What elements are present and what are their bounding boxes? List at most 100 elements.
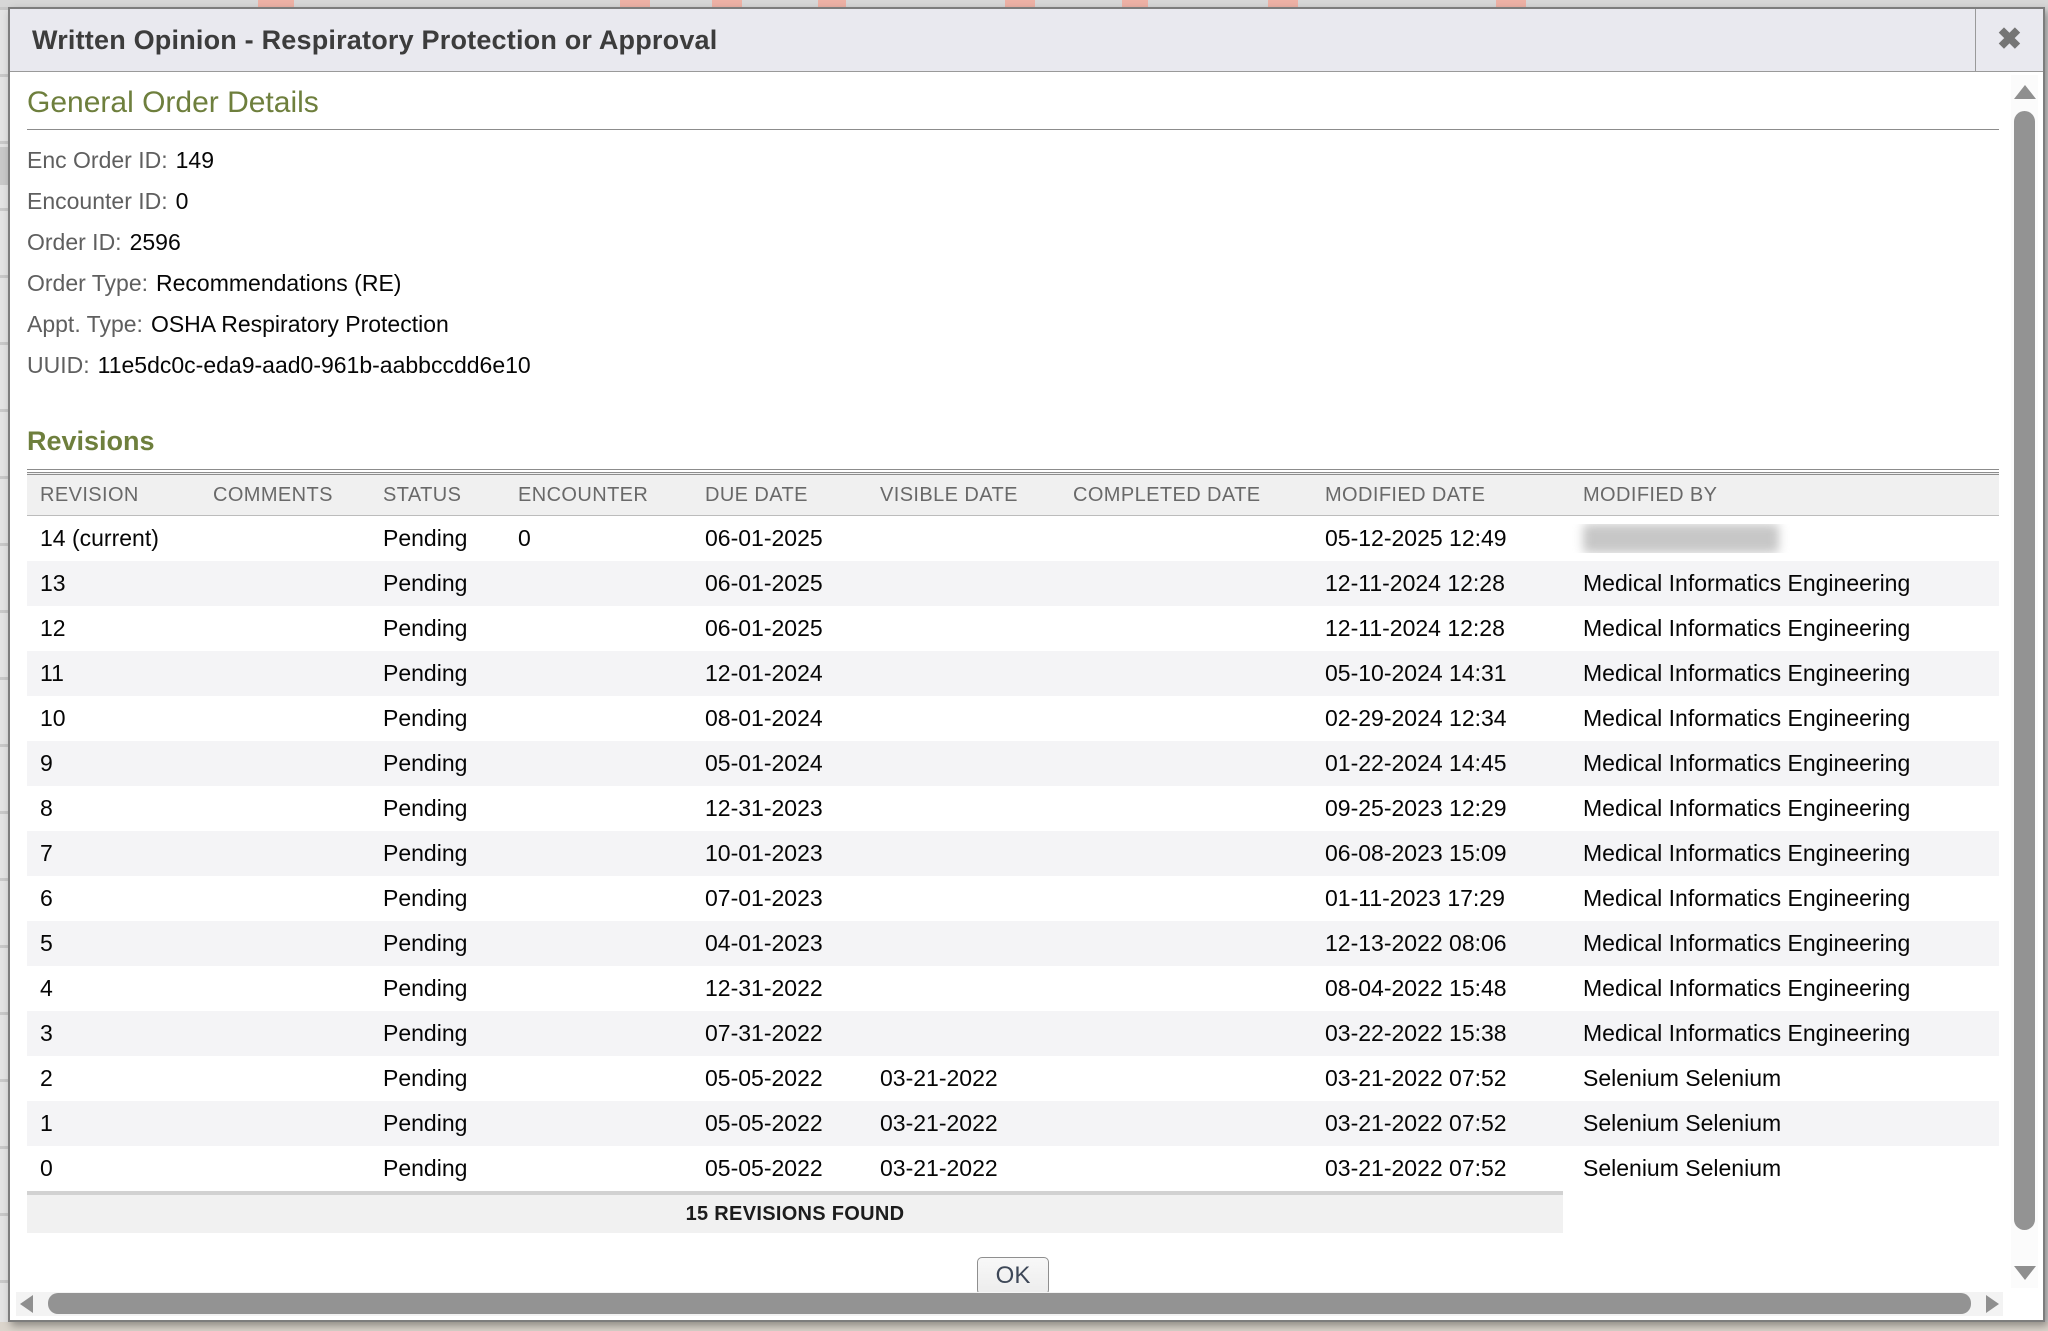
cell-due_date: 12-31-2023 (692, 795, 867, 822)
dialog-main: General Order Details Enc Order ID:149En… (27, 72, 1999, 1295)
ok-button[interactable]: OK (977, 1257, 1049, 1295)
cell-revision: 2 (27, 1065, 200, 1092)
revisions-footer: 15 REVISIONS FOUND (27, 1191, 1563, 1233)
cell-revision: 9 (27, 750, 200, 777)
redacted-name (1583, 524, 1779, 553)
scroll-down-icon[interactable] (2014, 1266, 2036, 1280)
field-row: Appt. Type: OSHA Respiratory Protection (27, 304, 1999, 345)
cell-status: Pending (370, 570, 505, 597)
cell-modified_date: 03-22-2022 15:38 (1312, 1020, 1570, 1047)
field-label: Order Type: (27, 270, 148, 297)
cell-due_date: 06-01-2025 (692, 525, 867, 552)
field-label: Order ID: (27, 229, 122, 256)
vertical-scrollbar[interactable] (2011, 75, 2038, 1288)
dialog-title: Written Opinion - Respiratory Protection… (10, 9, 1975, 71)
cell-status: Pending (370, 615, 505, 642)
column-header: STATUS (370, 484, 505, 507)
cell-modified_date: 03-21-2022 07:52 (1312, 1110, 1570, 1137)
field-value: OSHA Respiratory Protection (151, 311, 449, 338)
revisions-table-header: REVISIONCOMMENTSSTATUSENCOUNTERDUE DATEV… (27, 472, 1999, 516)
cell-modified_date: 01-22-2024 14:45 (1312, 750, 1570, 777)
scroll-left-icon[interactable] (20, 1295, 33, 1313)
cell-modified_by: Medical Informatics Engineering (1570, 1020, 1999, 1047)
cell-revision: 13 (27, 570, 200, 597)
cell-status: Pending (370, 930, 505, 957)
cell-due_date: 04-01-2023 (692, 930, 867, 957)
cell-modified_by: Medical Informatics Engineering (1570, 975, 1999, 1002)
revisions-heading: Revisions (27, 426, 1999, 470)
cell-modified_by: Medical Informatics Engineering (1570, 615, 1999, 642)
background-fragment (1268, 0, 1298, 7)
cell-due_date: 05-05-2022 (692, 1110, 867, 1137)
cell-modified_date: 06-08-2023 15:09 (1312, 840, 1570, 867)
field-value: 0 (176, 188, 189, 215)
cell-encounter: 0 (505, 525, 692, 552)
cell-status: Pending (370, 525, 505, 552)
cell-modified_by: Medical Informatics Engineering (1570, 840, 1999, 867)
cell-modified_by: Medical Informatics Engineering (1570, 660, 1999, 687)
table-row: 7 Pending 10-01-2023 06-08-2023 15:09Medica… (27, 831, 1999, 876)
horizontal-scrollbar[interactable] (16, 1292, 2003, 1316)
cell-revision: 4 (27, 975, 200, 1002)
cell-modified_date: 01-11-2023 17:29 (1312, 885, 1570, 912)
cell-modified_date: 08-04-2022 15:48 (1312, 975, 1570, 1002)
field-value: Recommendations (RE) (156, 270, 401, 297)
table-row: 8Pending12-31-202309-25-2023 12:29Medica… (27, 786, 1999, 831)
scroll-right-icon[interactable] (1986, 1295, 1999, 1313)
background-fragment (620, 0, 650, 7)
column-header: VISIBLE DATE (867, 484, 1060, 507)
cell-status: Pending (370, 1020, 505, 1047)
table-row: 14 (current)Pending006-01-202505-12-2025… (27, 516, 1999, 561)
table-row: 1Pending05-05-202203-21-202203-21-2022 0… (27, 1101, 1999, 1146)
dialog-content: General Order Details Enc Order ID:149En… (10, 72, 2043, 1320)
field-label: Appt. Type: (27, 311, 143, 338)
table-row: 0Pending05-05-202203-21-202203-21-2022 0… (27, 1146, 1999, 1191)
cell-modified_date: 05-10-2024 14:31 (1312, 660, 1570, 687)
cell-status: Pending (370, 840, 505, 867)
field-row: Order ID: 2596 (27, 222, 1999, 263)
field-row: Enc Order ID:149 (27, 140, 1999, 181)
revisions-count-label: 15 REVISIONS FOUND (686, 1203, 905, 1226)
scroll-up-icon[interactable] (2014, 85, 2036, 99)
column-header: REVISION (27, 484, 200, 507)
cell-modified_by: Medical Informatics Engineering (1570, 795, 1999, 822)
table-row: 2Pending05-05-202203-21-202203-21-2022 0… (27, 1056, 1999, 1101)
field-row: Encounter ID: 0 (27, 181, 1999, 222)
horizontal-scrollbar-thumb[interactable] (48, 1293, 1971, 1314)
cell-modified_by: Selenium Selenium (1570, 1155, 1999, 1182)
cell-modified_date: 03-21-2022 07:52 (1312, 1065, 1570, 1092)
field-value: 149 (176, 147, 214, 174)
cell-modified_date: 12-11-2024 12:28 (1312, 615, 1570, 642)
field-value: 11e5dc0c-eda9-aad0-961b-aabbccdd6e10 (98, 352, 531, 379)
cell-status: Pending (370, 1065, 505, 1092)
cell-due_date: 07-01-2023 (692, 885, 867, 912)
table-row: 9Pending05-01-202401-22-2024 14:45Medica… (27, 741, 1999, 786)
cell-modified_date: 05-12-2025 12:49 (1312, 525, 1570, 552)
field-value: 2596 (130, 229, 181, 256)
column-header: DUE DATE (692, 484, 867, 507)
vertical-scrollbar-thumb[interactable] (2014, 111, 2035, 1230)
column-header: ENCOUNTER (505, 484, 692, 507)
background-fragment (1122, 0, 1148, 7)
cell-status: Pending (370, 975, 505, 1002)
cell-revision: 5 (27, 930, 200, 957)
table-row: 12Pending06-01-202512-11-2024 12:28Medic… (27, 606, 1999, 651)
cell-status: Pending (370, 1110, 505, 1137)
cell-due_date: 12-31-2022 (692, 975, 867, 1002)
cell-due_date: 10-01-2023 (692, 840, 867, 867)
cell-due_date: 06-01-2025 (692, 615, 867, 642)
cell-revision: 7 (27, 840, 200, 867)
close-button[interactable]: ✖ (1975, 9, 2043, 71)
field-label: Encounter ID: (27, 188, 168, 215)
cell-status: Pending (370, 660, 505, 687)
cell-visible_date: 03-21-2022 (867, 1110, 1060, 1137)
cell-visible_date: 03-21-2022 (867, 1155, 1060, 1182)
table-row: 10Pending08-01-202402-29-2024 12:34Medic… (27, 696, 1999, 741)
dialog-titlebar: Written Opinion - Respiratory Protection… (10, 9, 2043, 72)
cell-revision: 11 (27, 660, 200, 687)
background-fragment (1496, 0, 1526, 7)
field-row: Order Type: Recommendations (RE) (27, 263, 1999, 304)
cell-status: Pending (370, 795, 505, 822)
cell-due_date: 12-01-2024 (692, 660, 867, 687)
cell-modified_date: 03-21-2022 07:52 (1312, 1155, 1570, 1182)
